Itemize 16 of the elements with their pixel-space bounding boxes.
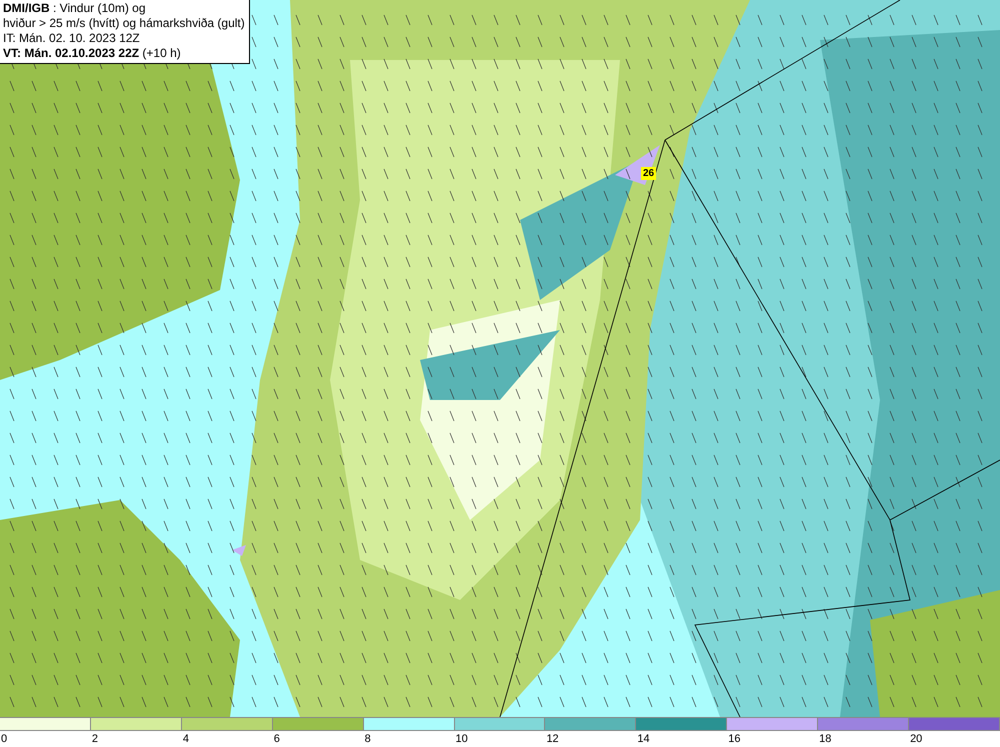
- header-text: DMI/IGB : Vindur (10m) og: [3, 1, 146, 16]
- header-text: IT: Mán. 02. 10. 2023 12Z: [3, 31, 141, 46]
- legend-label: 0: [1, 733, 8, 745]
- legend-label: 6: [274, 733, 280, 745]
- gust-label: 26: [641, 167, 656, 180]
- legend-label: 16: [728, 733, 740, 745]
- legend-label: 20: [910, 733, 922, 745]
- legend-label: 12: [546, 733, 559, 745]
- legend-label: 8: [364, 733, 371, 745]
- legend-label: 14: [637, 733, 650, 745]
- legend-label: 10: [456, 733, 468, 745]
- header-text: hviður > 25 m/s (hvítt) og hámarkshviða (gult): [3, 16, 245, 31]
- legend-label: 18: [819, 733, 832, 745]
- legend-label: 2: [92, 733, 98, 745]
- legend-label: 4: [182, 733, 189, 745]
- header-text: VT: Mán. 02.10.2023 22Z (+10 h): [3, 46, 182, 61]
